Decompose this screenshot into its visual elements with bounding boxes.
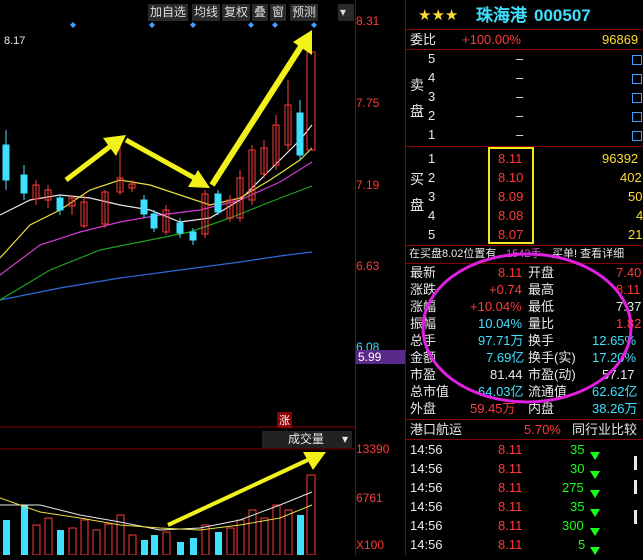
scroll-marker[interactable] <box>634 510 637 524</box>
tick-row: 14:56 8.11 35 <box>406 440 643 460</box>
sector-pct: 5.70% <box>524 422 561 437</box>
kline-svg <box>0 22 355 555</box>
stock-code: 000507 <box>534 6 591 25</box>
buy-list: 1 8.11 96392 2 8.10 402 3 8.09 50 4 8.08 4 5 8.07… <box>406 149 643 245</box>
sector-compare-link[interactable]: 同行业比较 <box>572 420 637 439</box>
tick-row: 14:56 8.11 30 <box>406 459 643 479</box>
tick-row: 14:56 8.11 35 <box>406 497 643 517</box>
weibi-row: 委比 +100.00% 96869 <box>406 30 643 49</box>
volume-title: 成交量 <box>288 432 325 446</box>
candles <box>2 51 316 245</box>
weibi-diff: 96869 <box>602 32 639 47</box>
buy-row[interactable]: 3 8.09 50 <box>406 187 643 206</box>
annotation-arrows <box>64 30 326 527</box>
price-label: 8.31 <box>356 14 380 28</box>
volume-unit: X100 <box>356 538 385 552</box>
buy-row[interactable]: 5 8.07 21 <box>406 225 643 244</box>
down-arrow-icon <box>590 541 600 560</box>
sell-row[interactable]: 5– <box>406 49 643 68</box>
volume-label: 6761 <box>356 491 383 505</box>
star-rating-icon: ★★★ <box>418 7 459 24</box>
sell-row[interactable]: 4– <box>406 68 643 87</box>
radio-icon <box>632 112 642 122</box>
kline-chart-area[interactable]: 加自选 均线 复权 叠 窗 预测 ▾ 8.17 涨 成交量 ▾ <box>0 0 355 555</box>
price-label: 6.63 <box>356 259 380 273</box>
price-label: 7.19 <box>356 178 380 192</box>
stock-name: 珠海港 <box>476 6 527 25</box>
volume-label: 13390 <box>356 442 390 456</box>
radio-icon <box>632 55 642 65</box>
price-axis: 8.31 7.75 7.19 6.63 6.08 5.99 13390 6761… <box>355 0 406 555</box>
volume-indicator-select[interactable]: 成交量 ▾ <box>262 431 352 448</box>
tick-row: 14:56 8.11 5 <box>406 535 643 555</box>
sell-row[interactable]: 1– <box>406 125 643 144</box>
price-label: 7.75 <box>356 96 380 110</box>
scroll-marker[interactable] <box>634 480 637 494</box>
sector-row[interactable]: 港口航运 5.70% 同行业比较 <box>406 420 643 439</box>
tick-list: 14:56 8.11 35 14:56 8.11 30 14:56 8.11 275 14:… <box>406 440 643 555</box>
tick-row: 14:56 8.11 275 <box>406 478 643 498</box>
radio-icon <box>632 74 642 84</box>
tick-row: 14:56 8.11 300 <box>406 516 643 536</box>
sell-row[interactable]: 3– <box>406 87 643 106</box>
volume-bars <box>3 474 316 555</box>
scroll-marker[interactable] <box>634 456 637 470</box>
weibi-label: 委比 <box>410 32 437 47</box>
buy-row[interactable]: 2 8.10 402 <box>406 168 643 187</box>
buy-row[interactable]: 4 8.08 4 <box>406 206 643 225</box>
current-price-label: 5.99 <box>356 350 406 364</box>
sector-name: 港口航运 <box>410 422 463 437</box>
highlight-ellipse <box>421 252 633 404</box>
limit-up-badge: 涨 <box>277 412 292 428</box>
sell-row[interactable]: 2– <box>406 106 643 125</box>
ma-blue <box>0 251 313 301</box>
quote-panel: ★★★ 珠海港 000507 委比 +100.00% 96869 卖盘 5– 4… <box>405 0 643 555</box>
sell-list: 5– 4– 3– 2– 1– <box>406 49 643 145</box>
radio-icon <box>632 131 642 141</box>
event-markers <box>70 22 317 28</box>
ma-yellow <box>0 147 313 259</box>
weibi-value: +100.00% <box>462 32 521 47</box>
radio-icon <box>632 93 642 103</box>
chevron-down-icon: ▾ <box>341 432 348 446</box>
buy-row[interactable]: 1 8.11 96392 <box>406 149 643 168</box>
stock-header: ★★★ 珠海港 000507 <box>406 4 643 28</box>
